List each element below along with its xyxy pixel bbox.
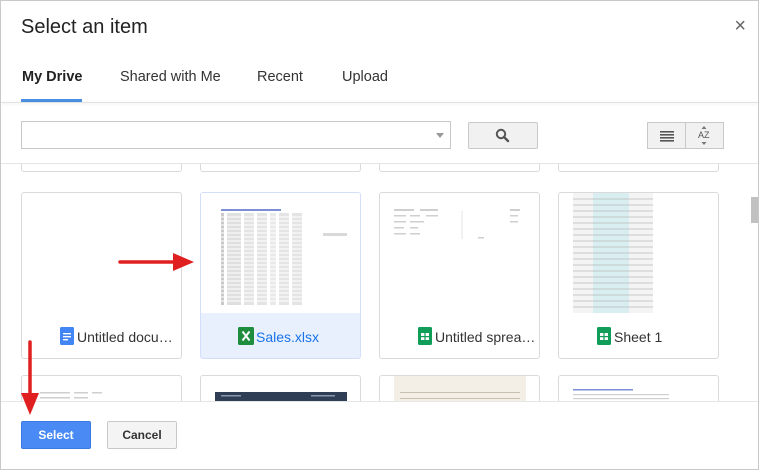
file-name: Untitled docu…	[77, 329, 173, 345]
file-thumbnail	[201, 193, 360, 313]
google-sheets-icon	[597, 327, 611, 345]
search-icon	[495, 128, 510, 143]
list-view-button[interactable]	[647, 122, 686, 149]
scrollbar-thumb[interactable]	[751, 197, 758, 223]
search-input[interactable]	[21, 121, 451, 149]
spreadsheet-preview-image	[573, 193, 653, 313]
spreadsheet-preview-image	[394, 209, 520, 239]
file-card-partial[interactable]	[200, 375, 361, 402]
file-card-partial[interactable]	[379, 164, 540, 172]
tab-recent[interactable]: Recent	[257, 69, 303, 85]
file-card-sheet-1[interactable]: Sheet 1	[558, 192, 719, 359]
dialog-footer: Select Cancel	[1, 401, 758, 469]
google-docs-icon	[60, 327, 74, 345]
file-name: Sheet 1	[614, 329, 663, 345]
file-thumbnail	[573, 389, 669, 400]
file-thumbnail	[559, 193, 718, 313]
search-button[interactable]	[468, 122, 538, 149]
search-options-arrow-icon[interactable]	[436, 133, 444, 138]
spreadsheet-preview-image	[201, 193, 360, 313]
select-button[interactable]: Select	[21, 421, 91, 449]
file-card-partial[interactable]	[558, 375, 719, 402]
tab-bar: My Drive Shared with Me Recent Upload	[1, 61, 758, 101]
tab-my-drive[interactable]: My Drive	[22, 69, 82, 85]
google-sheets-icon	[418, 327, 432, 345]
list-view-icon	[660, 131, 674, 142]
annotation-arrow-down	[21, 340, 39, 415]
cancel-button[interactable]: Cancel	[107, 421, 177, 449]
dialog-title: Select an item	[21, 16, 148, 38]
file-thumbnail	[215, 392, 347, 402]
select-item-dialog: Select an item × My Drive Shared with Me…	[0, 0, 759, 470]
tab-upload[interactable]: Upload	[342, 69, 388, 85]
file-card-partial[interactable]	[200, 164, 361, 172]
sort-az-icon: AZ	[698, 126, 710, 145]
tab-shared-with-me[interactable]: Shared with Me	[120, 69, 221, 85]
file-card-sales-xlsx[interactable]: Sales.xlsx	[200, 192, 361, 359]
file-grid: Untitled docu… Sales.xlsx Untitled sprea…	[1, 163, 758, 402]
file-name: Untitled sprea…	[435, 329, 535, 345]
annotation-arrow-right	[118, 253, 194, 271]
file-name: Sales.xlsx	[256, 329, 320, 345]
excel-icon	[238, 327, 254, 345]
file-card-partial[interactable]	[379, 375, 540, 402]
file-thumbnail	[394, 376, 526, 402]
close-icon[interactable]: ×	[734, 16, 746, 36]
sort-button[interactable]: AZ	[685, 122, 724, 149]
file-card-untitled-spreadsheet[interactable]: Untitled sprea…	[379, 192, 540, 359]
sort-az-glyph: AZ	[698, 130, 710, 140]
file-card-partial[interactable]	[558, 164, 719, 172]
tabs-divider	[1, 102, 758, 103]
file-card-partial[interactable]	[21, 164, 182, 172]
file-thumbnail	[40, 392, 102, 399]
file-card-partial[interactable]	[21, 375, 182, 402]
file-thumbnail	[380, 193, 539, 313]
file-card-untitled-document[interactable]: Untitled docu…	[21, 192, 182, 359]
